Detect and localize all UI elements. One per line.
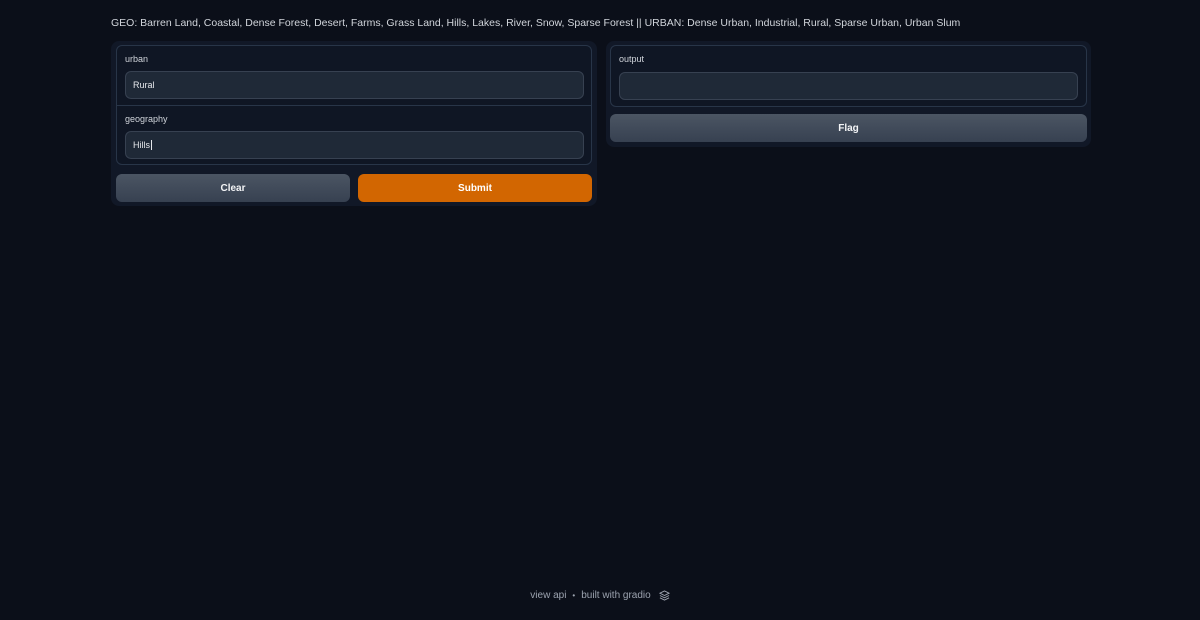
- submit-button[interactable]: Submit: [358, 174, 592, 202]
- output-panel: output Flag: [606, 41, 1091, 147]
- output-label: output: [619, 54, 645, 64]
- urban-field: urban Rural: [117, 46, 591, 106]
- view-api-link[interactable]: view api: [530, 590, 566, 601]
- flag-button[interactable]: Flag: [610, 114, 1087, 142]
- urban-input[interactable]: Rural: [125, 71, 584, 99]
- geography-input[interactable]: Hills: [125, 131, 584, 159]
- gradio-app: GEO: Barren Land, Coastal, Dense Forest,…: [0, 0, 1200, 620]
- clear-button[interactable]: Clear: [116, 174, 350, 202]
- geography-field: geography Hills: [117, 106, 591, 166]
- geography-label: geography: [125, 114, 168, 124]
- footer: view api • built with gradio: [0, 590, 1200, 601]
- footer-separator: •: [572, 591, 576, 600]
- input-panel: urban Rural geography Hills Clear Submit: [111, 41, 597, 206]
- geography-input-value: Hills: [133, 140, 150, 150]
- output-textbox[interactable]: [619, 72, 1078, 100]
- output-block: output: [610, 45, 1087, 107]
- output-field: output: [611, 46, 1086, 106]
- built-with-gradio-link[interactable]: built with gradio: [581, 590, 650, 601]
- gradio-logo-icon: [658, 590, 670, 601]
- text-caret: [151, 140, 152, 150]
- urban-input-value: Rural: [133, 80, 155, 90]
- urban-label: urban: [125, 54, 149, 64]
- app-description: GEO: Barren Land, Coastal, Dense Forest,…: [111, 17, 961, 29]
- inputs-block: urban Rural geography Hills: [116, 45, 592, 165]
